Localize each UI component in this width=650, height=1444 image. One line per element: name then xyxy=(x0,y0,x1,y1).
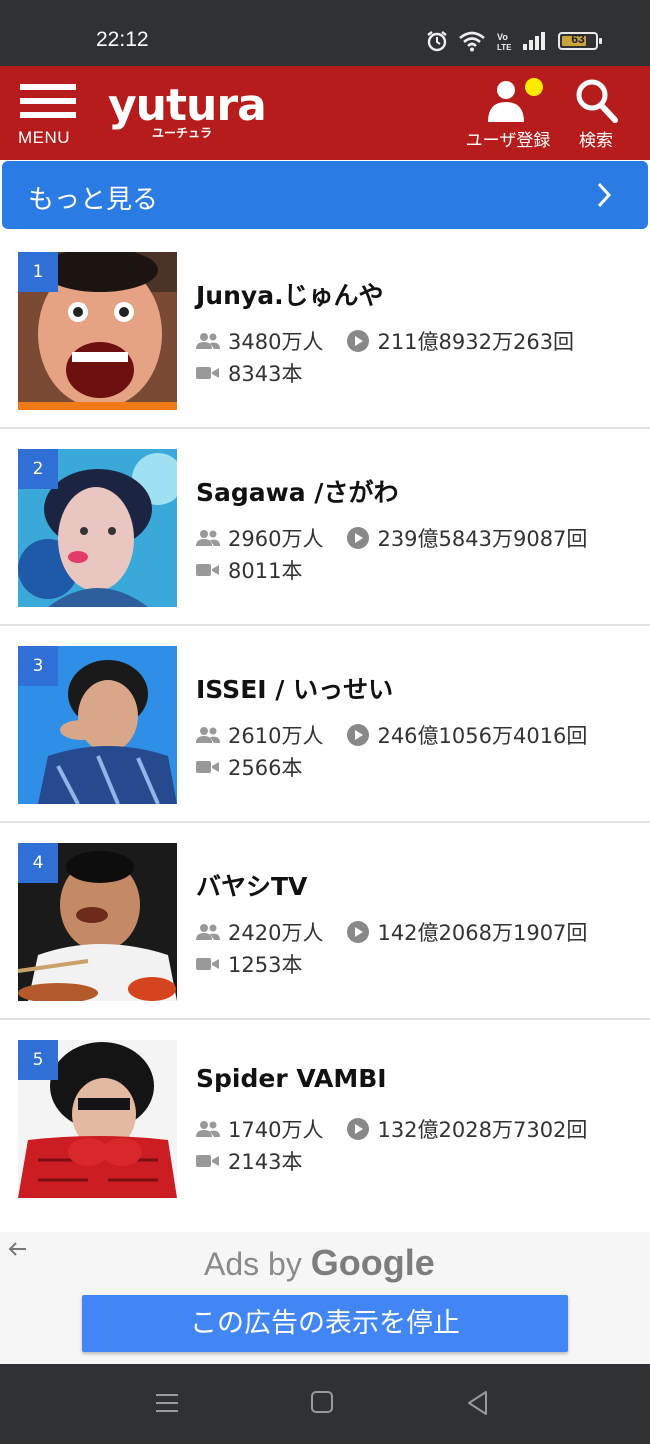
video-count: 2566本 xyxy=(228,756,303,780)
subscriber-count: 2610万人 xyxy=(228,724,324,748)
user-register-button[interactable]: ユーザ登録 xyxy=(462,76,554,151)
list-item[interactable]: 2 Sagawa /さがわ 2960万人 239億5843万9087回 8011… xyxy=(0,429,650,626)
video-camera-icon xyxy=(196,761,219,773)
alarm-icon xyxy=(427,31,447,52)
status-bar: 22:12 Vo LTE 63 xyxy=(0,0,650,66)
wifi-icon xyxy=(459,31,485,52)
battery-level: 63 xyxy=(571,32,585,46)
back-icon[interactable] xyxy=(466,1390,490,1416)
video-camera-icon xyxy=(196,958,219,970)
see-more-button[interactable]: もっと見る xyxy=(2,161,648,229)
video-count: 1253本 xyxy=(228,953,303,977)
channel-name[interactable]: ISSEI / いっせい xyxy=(196,670,393,706)
rank-badge: 4 xyxy=(18,843,58,883)
status-icons: Vo LTE 63 xyxy=(426,26,602,56)
user-register-label: ユーザ登録 xyxy=(465,131,551,151)
hamburger-icon xyxy=(20,84,76,90)
rank-badge: 5 xyxy=(18,1040,58,1080)
people-icon xyxy=(196,727,220,743)
list-item[interactable]: 3 ISSEI / いっせい 2610万人 246億1056万4016回 256… xyxy=(0,626,650,823)
app-header: MENU yutura ユーチュラ ユーザ登録 検索 xyxy=(0,66,650,160)
channel-thumbnail[interactable]: 3 xyxy=(18,646,177,804)
play-circle-icon xyxy=(347,330,370,352)
logo-text: yutura xyxy=(108,80,267,131)
ad-banner: Ads by Google この広告の表示を停止 xyxy=(0,1232,650,1364)
system-nav-bar xyxy=(0,1364,650,1444)
channel-stats: 2960万人 239億5843万9087回 xyxy=(196,523,587,553)
channel-name[interactable]: Spider VAMBI xyxy=(196,1064,387,1093)
video-count: 8011本 xyxy=(228,559,303,583)
stop-ad-button[interactable]: この広告の表示を停止 xyxy=(82,1295,568,1352)
people-icon xyxy=(196,333,220,349)
rank-badge: 1 xyxy=(18,252,58,292)
status-time: 22:12 xyxy=(96,28,149,51)
channel-stats: 2420万人 142億2068万1907回 xyxy=(196,917,587,947)
view-count: 239億5843万9087回 xyxy=(377,527,588,551)
rank-badge: 3 xyxy=(18,646,58,686)
play-circle-icon xyxy=(347,527,370,549)
channel-name[interactable]: Sagawa /さがわ xyxy=(196,473,398,509)
channel-thumbnail[interactable]: 1 xyxy=(18,252,177,410)
channel-thumbnail[interactable]: 5 xyxy=(18,1040,177,1198)
volte-icon: Vo LTE xyxy=(497,32,512,52)
recents-icon[interactable] xyxy=(154,1390,180,1416)
battery-icon: 63 xyxy=(558,32,602,50)
people-icon xyxy=(196,1121,220,1137)
rank-badge: 2 xyxy=(18,449,58,489)
list-item[interactable]: 5 Spider VAMBI 1740万人 132億2028万7302回 214… xyxy=(0,1020,650,1217)
video-count: 2143本 xyxy=(228,1150,303,1174)
channel-name[interactable]: Junya.じゅんや xyxy=(196,276,384,312)
menu-button[interactable]: MENU xyxy=(18,80,78,152)
play-circle-icon xyxy=(347,1118,370,1140)
svg-text:LTE: LTE xyxy=(497,43,512,52)
user-icon xyxy=(488,81,524,122)
video-count: 8343本 xyxy=(228,362,303,386)
ads-by-label: Ads by xyxy=(204,1246,302,1282)
channel-thumbnail[interactable]: 4 xyxy=(18,843,177,1001)
view-count: 132億2028万7302回 xyxy=(377,1118,588,1142)
view-count: 246億1056万4016回 xyxy=(377,724,588,748)
chevron-right-icon xyxy=(597,182,612,208)
search-label: 検索 xyxy=(579,131,613,151)
play-circle-icon xyxy=(347,724,370,746)
list-item[interactable]: 1 Junya.じゅんや 3480万人 211億8932万263回 8343本 xyxy=(0,232,650,429)
site-logo[interactable]: yutura ユーチュラ xyxy=(108,80,267,141)
list-item[interactable]: 4 バヤシTV 2420万人 142億2068万1907回 1253本 xyxy=(0,823,650,1020)
signal-icon xyxy=(523,32,545,50)
logo-subtext: ユーチュラ xyxy=(152,126,213,140)
google-logo: Google xyxy=(310,1242,435,1283)
video-camera-icon xyxy=(196,564,219,576)
channel-stats: 3480万人 211億8932万263回 xyxy=(196,326,574,356)
channel-stats: 1740万人 132億2028万7302回 xyxy=(196,1114,587,1144)
search-icon xyxy=(576,79,618,123)
people-icon xyxy=(196,924,220,940)
subscriber-count: 2960万人 xyxy=(228,527,324,551)
notification-dot xyxy=(525,78,543,96)
see-more-label: もっと見る xyxy=(28,185,159,215)
channel-thumbnail[interactable]: 2 xyxy=(18,449,177,607)
subscriber-count: 2420万人 xyxy=(228,921,324,945)
video-camera-icon xyxy=(196,367,219,379)
subscriber-count: 3480万人 xyxy=(228,330,324,354)
channel-stats: 2610万人 246億1056万4016回 xyxy=(196,720,587,750)
view-count: 211億8932万263回 xyxy=(377,330,575,354)
menu-label: MENU xyxy=(18,128,71,147)
home-icon[interactable] xyxy=(310,1390,334,1414)
svg-text:Vo: Vo xyxy=(497,32,508,42)
view-count: 142億2068万1907回 xyxy=(377,921,588,945)
video-camera-icon xyxy=(196,1155,219,1167)
channel-name[interactable]: バヤシTV xyxy=(196,867,307,903)
search-button[interactable]: 検索 xyxy=(568,76,624,151)
channel-ranking-list: 1 Junya.じゅんや 3480万人 211億8932万263回 8343本 xyxy=(0,232,650,1217)
play-circle-icon xyxy=(347,921,370,943)
people-icon xyxy=(196,530,220,546)
subscriber-count: 1740万人 xyxy=(228,1118,324,1142)
back-arrow-icon[interactable] xyxy=(6,1238,30,1260)
ads-by-google: Ads by Google xyxy=(204,1242,435,1284)
